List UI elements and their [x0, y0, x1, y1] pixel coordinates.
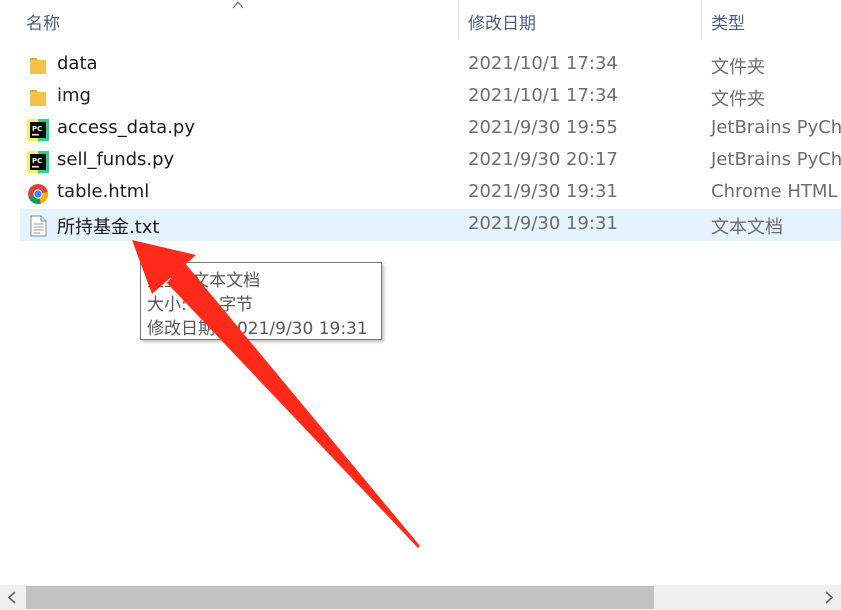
- column-divider[interactable]: [458, 0, 459, 40]
- column-header-type[interactable]: 类型: [711, 9, 745, 34]
- file-name: table.html: [57, 181, 150, 202]
- file-row-img[interactable]: img 2021/10/1 17:34 文件夹: [20, 81, 841, 113]
- scrollbar-thumb[interactable]: [26, 586, 654, 609]
- file-row-table-html[interactable]: table.html 2021/9/30 19:31 Chrome HTML: [20, 177, 841, 209]
- svg-text:PC: PC: [32, 157, 42, 165]
- sort-ascending-icon[interactable]: [231, 0, 245, 10]
- file-name: sell_funds.py: [57, 149, 175, 170]
- column-header-modified[interactable]: 修改日期: [468, 9, 536, 34]
- file-name: access_data.py: [57, 117, 195, 138]
- scroll-left-icon[interactable]: [0, 585, 25, 610]
- pycharm-icon: PC: [27, 119, 49, 141]
- file-modified: 2021/9/30 19:31: [468, 181, 618, 202]
- file-row-selected-txt[interactable]: 所持基金.txt 2021/9/30 19:31 文本文档: [20, 209, 841, 241]
- file-type: 文本文档: [711, 217, 783, 238]
- chrome-icon: [28, 184, 48, 204]
- file-modified: 2021/9/30 19:31: [468, 213, 618, 234]
- file-row-access-data[interactable]: PC access_data.py 2021/9/30 19:55 JetBra…: [20, 113, 841, 145]
- file-name: img: [57, 85, 91, 106]
- folder-icon: [30, 90, 46, 106]
- file-name: data: [57, 53, 98, 74]
- pycharm-icon: PC: [27, 151, 49, 173]
- horizontal-scrollbar[interactable]: [0, 585, 841, 610]
- file-row-sell-funds[interactable]: PC sell_funds.py 2021/9/30 20:17 JetBrai…: [20, 145, 841, 177]
- text-file-icon: [30, 215, 47, 237]
- file-row-data[interactable]: data 2021/10/1 17:34 文件夹: [20, 49, 841, 81]
- file-type: JetBrains PyCharm: [711, 149, 841, 170]
- file-modified: 2021/9/30 20:17: [468, 149, 618, 170]
- scroll-right-icon[interactable]: [816, 585, 841, 610]
- file-info-tooltip: 类型: 文本文档 大小: 72 字节 修改日期: 2021/9/30 19:31: [140, 262, 382, 340]
- file-type: Chrome HTML: [711, 181, 838, 202]
- tooltip-type-line: 类型: 文本文档: [147, 271, 261, 291]
- tooltip-modified-line: 修改日期: 2021/9/30 19:31: [147, 319, 368, 339]
- folder-icon: [30, 58, 46, 74]
- column-header-bar: 名称 修改日期 类型: [0, 0, 841, 40]
- file-modified: 2021/10/1 17:34: [468, 85, 618, 106]
- file-type: 文件夹: [711, 89, 765, 110]
- file-modified: 2021/10/1 17:34: [468, 53, 618, 74]
- svg-text:PC: PC: [32, 125, 42, 133]
- file-name: 所持基金.txt: [57, 217, 160, 238]
- file-type: JetBrains PyCharm: [711, 117, 841, 138]
- tooltip-size-line: 大小: 72 字节: [147, 295, 254, 315]
- file-type: 文件夹: [711, 57, 765, 78]
- file-modified: 2021/9/30 19:55: [468, 117, 618, 138]
- column-divider[interactable]: [701, 0, 702, 40]
- column-header-name[interactable]: 名称: [26, 9, 60, 34]
